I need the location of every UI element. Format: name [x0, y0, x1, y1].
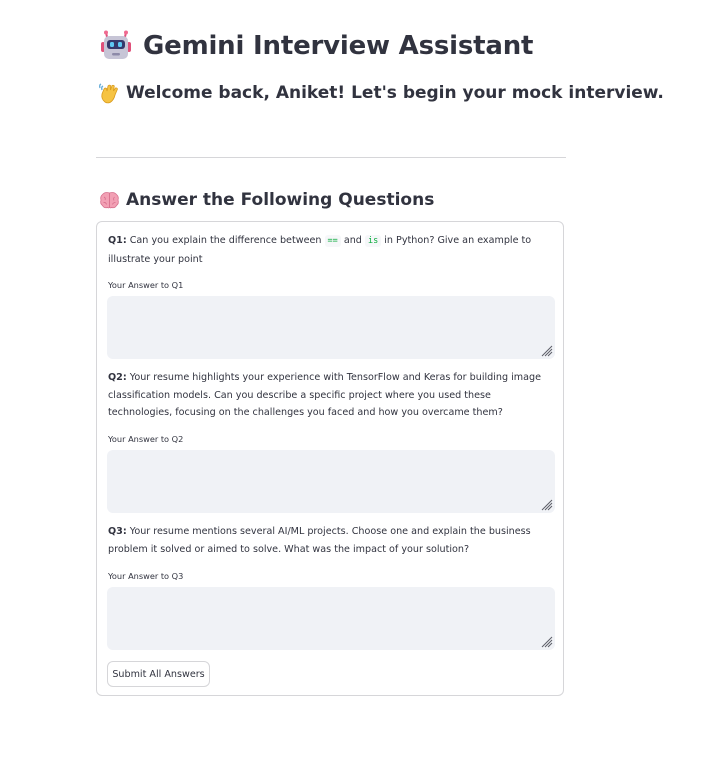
- answer-input-q2[interactable]: [107, 450, 555, 513]
- answer-label-q2: Your Answer to Q2: [108, 434, 184, 444]
- question-1-text-part: Can you explain the difference between: [129, 235, 322, 246]
- welcome-message: Welcome back, Aniket! Let's begin your m…: [98, 80, 664, 106]
- page-title: Gemini Interview Assistant: [100, 26, 533, 66]
- divider: [96, 157, 566, 158]
- question-2-prefix: Q2:: [108, 372, 127, 383]
- robot-icon: [100, 30, 132, 62]
- answer-label-q1: Your Answer to Q1: [108, 280, 184, 290]
- question-1-text-part: and: [343, 235, 362, 246]
- question-1: Q1: Can you explain the difference betwe…: [108, 232, 556, 268]
- question-3-text-part: Your resume mentions several AI/ML proje…: [108, 526, 531, 555]
- question-2: Q2: Your resume highlights your experien…: [108, 369, 556, 422]
- answer-input-q1[interactable]: [107, 296, 555, 359]
- waving-hand-icon: [98, 82, 120, 104]
- question-1-text: Q1: Can you explain the difference betwe…: [108, 232, 556, 268]
- code-equals: ==: [324, 235, 341, 247]
- submit-answers-button[interactable]: Submit All Answers: [107, 661, 210, 687]
- question-2-text: Q2: Your resume highlights your experien…: [108, 369, 556, 422]
- question-2-text-part: Your resume highlights your experience w…: [108, 372, 542, 418]
- question-3: Q3: Your resume mentions several AI/ML p…: [108, 523, 556, 558]
- welcome-text: Welcome back, Aniket! Let's begin your m…: [126, 83, 664, 103]
- answer-label-q3: Your Answer to Q3: [108, 571, 184, 581]
- page: Gemini Interview Assistant Welcome back,…: [0, 0, 702, 783]
- question-1-prefix: Q1:: [108, 235, 127, 246]
- question-3-prefix: Q3:: [108, 526, 127, 537]
- resize-grip-icon[interactable]: [539, 497, 553, 511]
- section-title-text: Answer the Following Questions: [126, 190, 435, 210]
- page-title-text: Gemini Interview Assistant: [143, 31, 534, 61]
- section-title: Answer the Following Questions: [99, 188, 434, 212]
- brain-icon: [99, 190, 120, 211]
- code-is: is: [364, 235, 382, 247]
- question-3-text: Q3: Your resume mentions several AI/ML p…: [108, 523, 556, 558]
- questions-form: Q1: Can you explain the difference betwe…: [96, 221, 564, 696]
- resize-grip-icon[interactable]: [539, 634, 553, 648]
- answer-input-q3[interactable]: [107, 587, 555, 650]
- resize-grip-icon[interactable]: [539, 343, 553, 357]
